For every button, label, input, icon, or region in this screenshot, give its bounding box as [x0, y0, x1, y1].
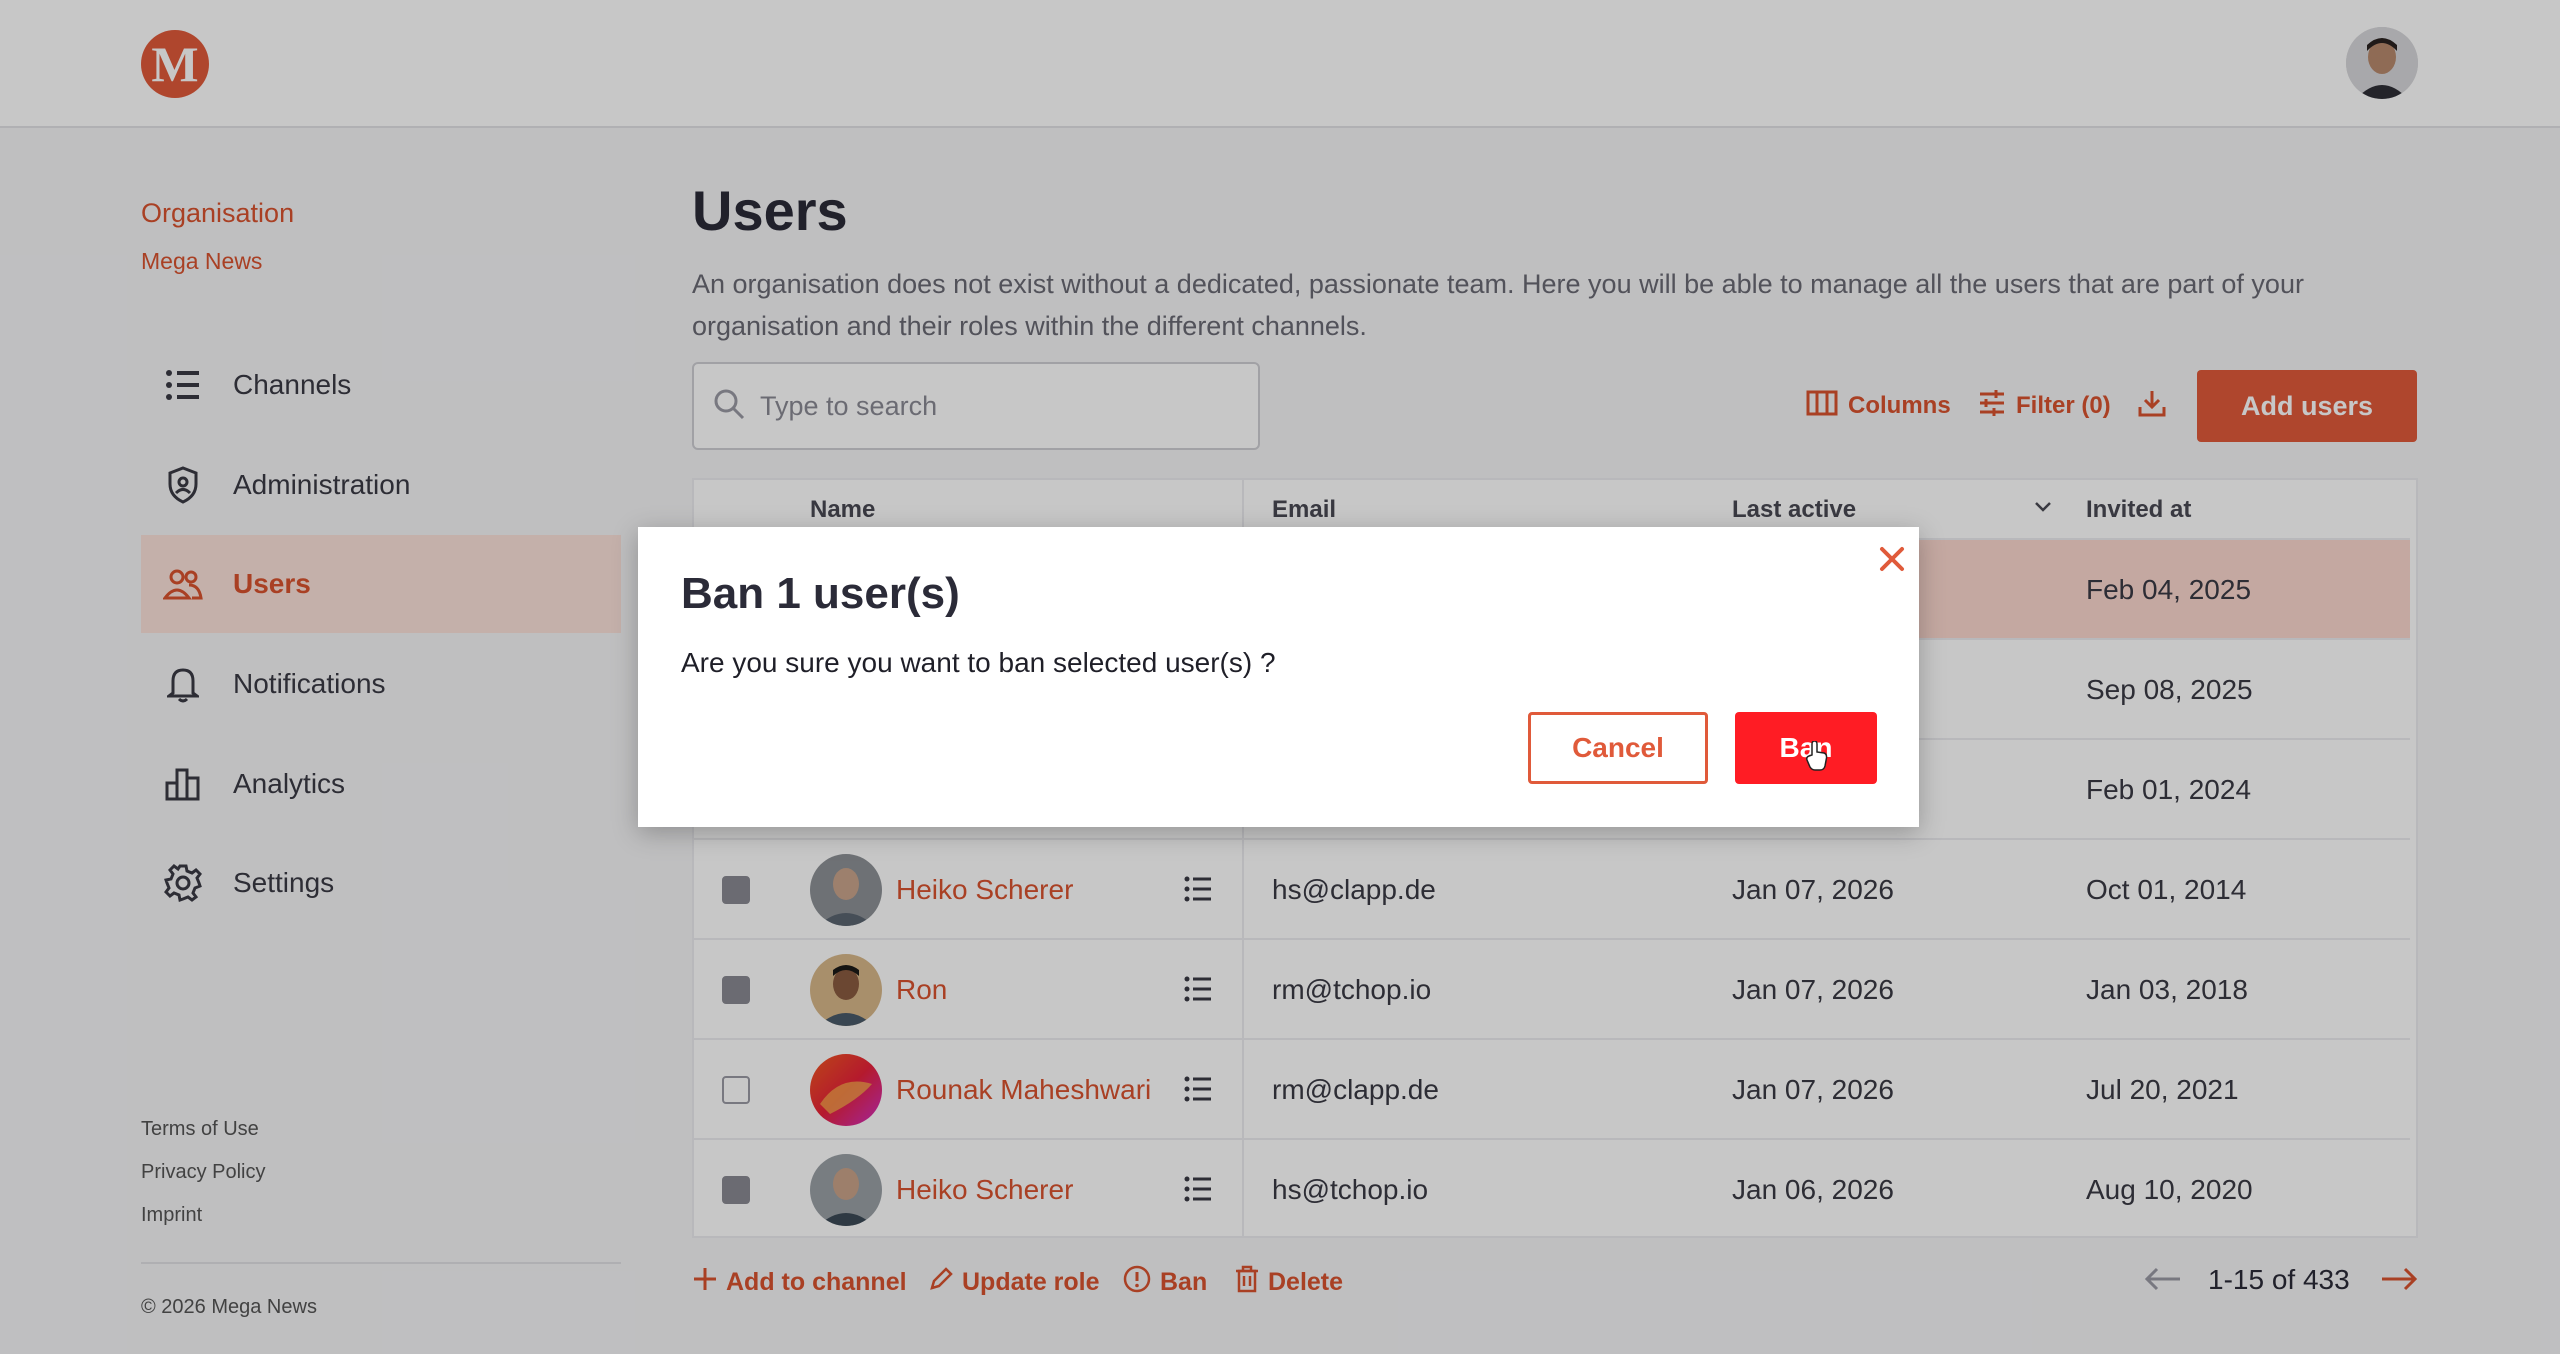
ban-users-dialog: Ban 1 user(s) Are you sure you want to b…: [638, 527, 1919, 827]
cancel-button[interactable]: Cancel: [1528, 712, 1708, 784]
dialog-message: Are you sure you want to ban selected us…: [681, 647, 1276, 678]
close-icon[interactable]: [1874, 541, 1910, 577]
hand-cursor-icon: [1806, 740, 1828, 776]
dialog-title: Ban 1 user(s): [681, 569, 960, 618]
